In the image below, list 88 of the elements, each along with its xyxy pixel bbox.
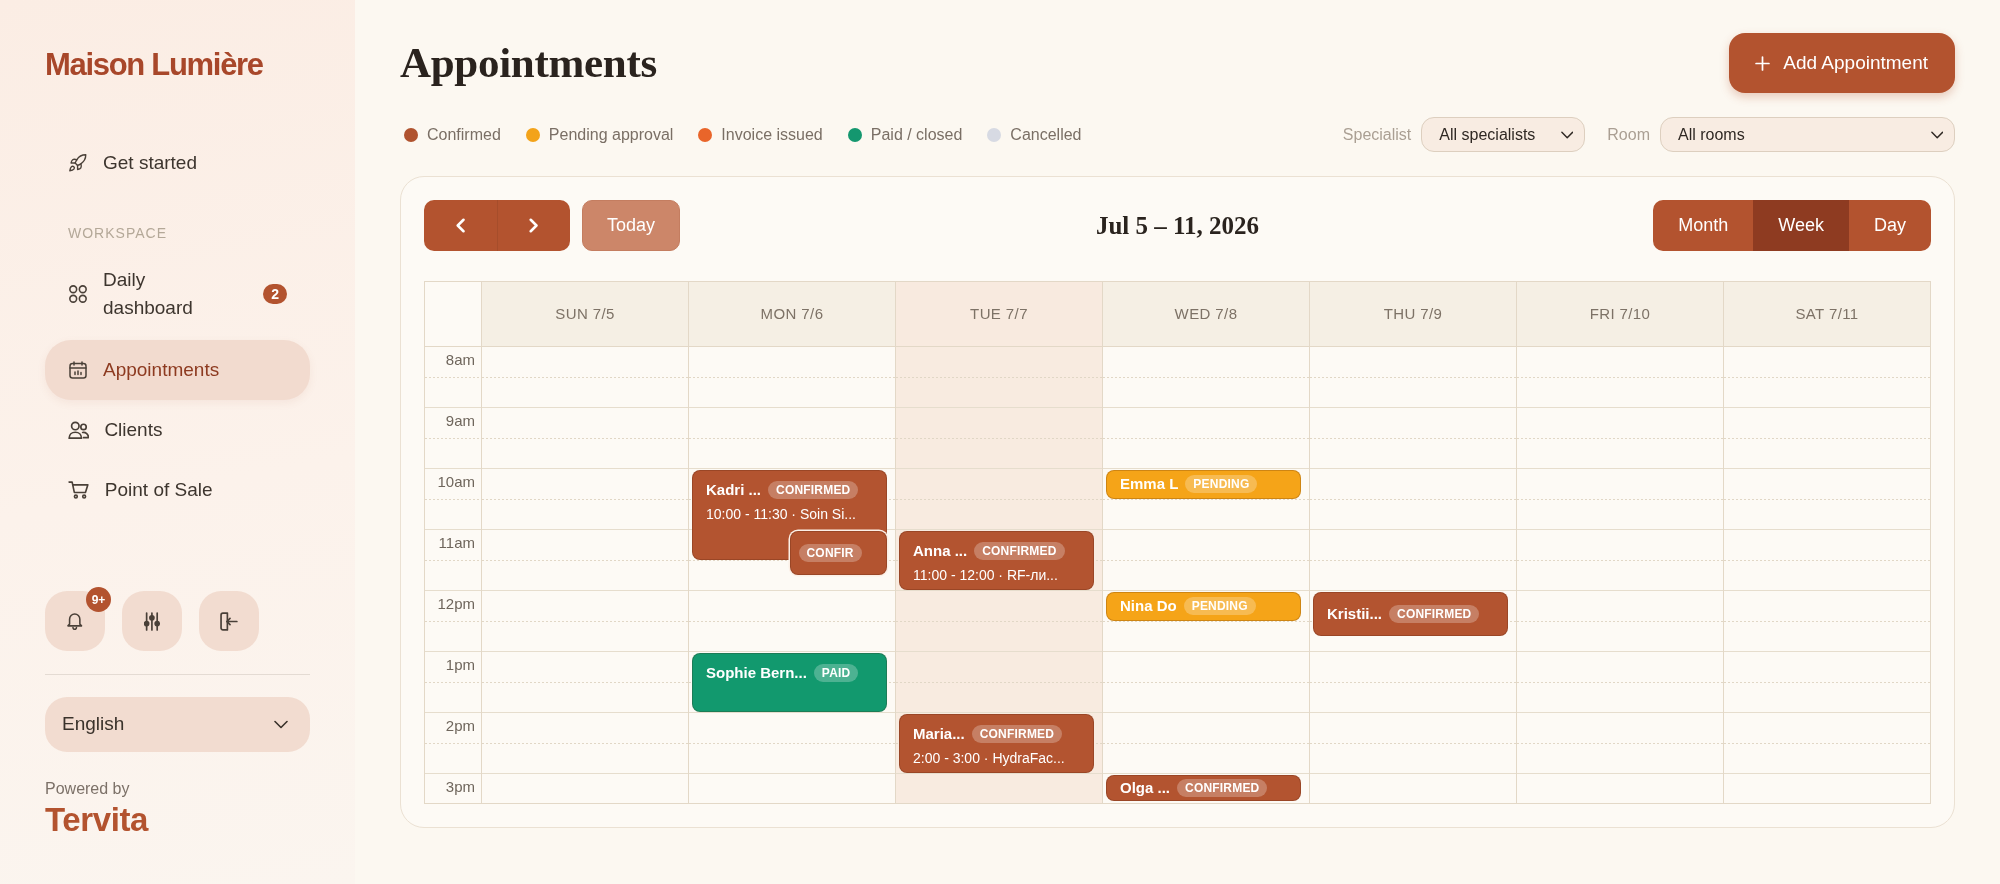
filter-select[interactable]: All rooms — [1660, 117, 1955, 152]
status-badge: CONFIRMED — [768, 481, 859, 499]
calendar-icon — [69, 361, 87, 379]
time-label: 9am — [445, 412, 475, 430]
client-name: Nina Do — [1120, 596, 1177, 617]
chevron-down-icon — [1560, 130, 1574, 139]
appointment-time: 2:00 - 3:00 · HydraFac... — [913, 749, 1065, 767]
day-header: TUE 7/7 — [895, 282, 1102, 346]
date-range-title: Jul 5 – 11, 2026 — [1095, 210, 1260, 241]
view-tab[interactable]: Week — [1753, 200, 1849, 251]
time-label: 2pm — [445, 717, 475, 735]
day-header: SAT 7/11 — [1723, 282, 1930, 346]
client-name: Maria... — [913, 724, 965, 744]
page-title: Appointments — [400, 38, 657, 88]
client-name: Kristii... — [1327, 603, 1382, 624]
legend-label: Confirmed — [427, 124, 501, 145]
chevron-down-icon — [1930, 130, 1943, 139]
language-select[interactable]: English — [45, 697, 310, 752]
add-appointment-button[interactable]: Add Appointment — [1729, 33, 1955, 93]
brand-logo: Maison Lumière — [45, 46, 263, 84]
status-badge: CONFIRMED — [974, 542, 1065, 560]
count-badge: 2 — [263, 284, 287, 304]
client-name: Emma L — [1120, 474, 1179, 495]
appointment-card[interactable]: Olga ... CONFIRMED — [1106, 775, 1301, 801]
day-header: MON 7/6 — [688, 282, 895, 346]
status-badge: PENDING — [1183, 597, 1256, 616]
nav-item[interactable]: Get started — [45, 133, 310, 193]
notifications-button[interactable]: 9+ — [45, 587, 111, 651]
day-header: THU 7/9 — [1309, 282, 1516, 346]
appointment-time: 10:00 - 11:30 · Soin Si... — [706, 505, 856, 523]
sliders-icon — [144, 611, 160, 631]
legend-label: Invoice issued — [721, 124, 823, 145]
filter-label: Specialist — [1342, 124, 1412, 145]
day-header: SUN 7/5 — [481, 282, 688, 346]
client-name: Anna ... — [913, 541, 968, 561]
legend-label: Paid / closed — [870, 124, 963, 145]
appointment-card[interactable]: Maria... CONFIRMED 2:00 - 3:00 · HydraFac... — [899, 714, 1094, 773]
door-arrow-icon — [220, 611, 238, 631]
legend-label: Cancelled — [1010, 124, 1082, 145]
appointment-card[interactable]: Kristii... CONFIRMED — [1313, 592, 1508, 636]
notification-badge: 9+ — [86, 587, 111, 612]
status-badge: CONFIRMED — [1177, 779, 1268, 797]
previous-button[interactable] — [424, 200, 497, 251]
chevron-right-icon — [529, 218, 539, 233]
view-tab[interactable]: Day — [1849, 200, 1931, 251]
cart-icon — [68, 481, 90, 499]
powered-by-label: Powered by — [45, 779, 130, 799]
logout-button[interactable] — [199, 591, 259, 651]
client-name: Kadri ... — [706, 480, 761, 500]
time-label: 11am — [438, 534, 475, 552]
people-icon — [68, 421, 90, 439]
client-name: Sophie Bern... — [706, 663, 807, 683]
time-label: 10am — [437, 473, 475, 491]
appointment-time: 11:00 - 12:00 · RF-ли... — [913, 566, 1058, 584]
client-name: Olga ... — [1120, 778, 1170, 798]
appointment-card[interactable]: Anna ... CONFIRMED 11:00 - 12:00 · RF-ли... — [899, 531, 1094, 590]
appointment-card[interactable]: Kadri ... CONFIRMED 10:00 - 11:30 · Soin Si... CONFIR — [692, 470, 887, 575]
nav-item[interactable]: Daily dashboard 2 — [45, 264, 310, 324]
status-badge: PAID — [813, 664, 859, 682]
day-header: FRI 7/10 — [1516, 282, 1723, 346]
brand-name: Tervita — [45, 800, 148, 840]
sliders-button[interactable] — [122, 591, 182, 651]
chevron-left-icon — [455, 218, 466, 233]
status-badge: CONFIRMED — [1389, 604, 1480, 623]
nav-item[interactable]: Clients — [45, 400, 310, 460]
status-badge: PENDING — [1185, 475, 1258, 494]
appointment-card[interactable]: Sophie Bern... PAID — [692, 653, 887, 712]
plus-icon — [1755, 55, 1771, 71]
rocket-icon — [69, 154, 87, 172]
legend-label: Pending approval — [548, 124, 674, 145]
view-tab[interactable]: Month — [1653, 200, 1754, 251]
grid-icon — [69, 285, 87, 303]
nav-item[interactable]: Point of Sale — [45, 460, 310, 520]
filter-label: Room — [1607, 124, 1650, 145]
appointment-card[interactable]: CONFIR — [789, 531, 887, 575]
bell-icon — [67, 612, 83, 630]
section-heading: WORKSPACE — [68, 224, 167, 243]
time-label: 3pm — [445, 778, 475, 796]
nav-item[interactable]: Appointments — [45, 340, 310, 400]
chevron-down-icon — [274, 720, 288, 729]
time-label: 8am — [445, 351, 475, 369]
day-header: WED 7/8 — [1102, 282, 1309, 346]
time-label: 12pm — [437, 595, 475, 613]
status-badge: CONFIRMED — [971, 725, 1063, 743]
next-button[interactable] — [497, 200, 570, 251]
status-badge: CONFIR — [798, 543, 862, 562]
time-label: 1pm — [445, 656, 475, 674]
filter-select[interactable]: All specialists — [1421, 117, 1586, 152]
